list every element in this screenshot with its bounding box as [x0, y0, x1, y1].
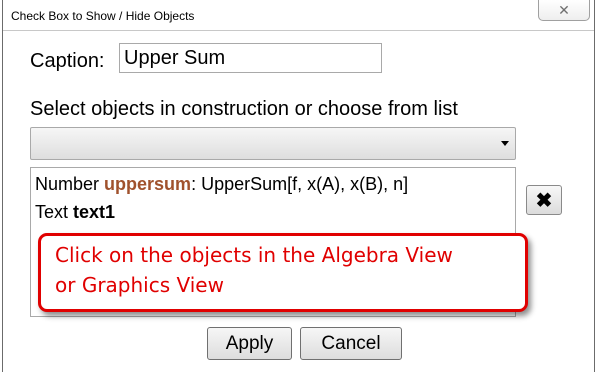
chevron-down-icon: [501, 141, 509, 146]
remove-object-button[interactable]: ✖: [526, 185, 562, 215]
close-button[interactable]: ✕: [538, 0, 590, 21]
list-item[interactable]: Number uppersum: UpperSum[f, x(A), x(B),…: [35, 174, 408, 195]
callout-line-1: Click on the objects in the Algebra View: [55, 243, 453, 267]
close-icon: ✕: [558, 1, 570, 18]
caption-input[interactable]: [119, 43, 382, 73]
cancel-button[interactable]: Cancel: [300, 327, 402, 360]
instruction-callout: Click on the objects in the Algebra View…: [38, 233, 528, 312]
list-item[interactable]: Text text1: [35, 202, 115, 223]
close-icon: ✖: [535, 189, 553, 212]
object-name: uppersum: [104, 174, 192, 194]
title-separator: [3, 30, 594, 31]
dialog-window: Check Box to Show / Hide Objects ✕ Capti…: [2, 0, 595, 372]
object-type: Text: [35, 202, 69, 222]
apply-button[interactable]: Apply: [207, 327, 292, 360]
caption-label: Caption:: [30, 50, 105, 72]
object-definition: : UpperSum[f, x(A), x(B), n]: [191, 174, 409, 194]
window-title: Check Box to Show / Hide Objects: [11, 9, 195, 23]
object-name: text1: [73, 202, 116, 222]
title-bar: Check Box to Show / Hide Objects ✕: [3, 0, 594, 30]
select-objects-label: Select objects in construction or choose…: [30, 98, 458, 120]
object-type: Number: [35, 174, 100, 194]
object-select-dropdown[interactable]: [30, 127, 516, 160]
callout-line-2: or Graphics View: [55, 273, 224, 297]
